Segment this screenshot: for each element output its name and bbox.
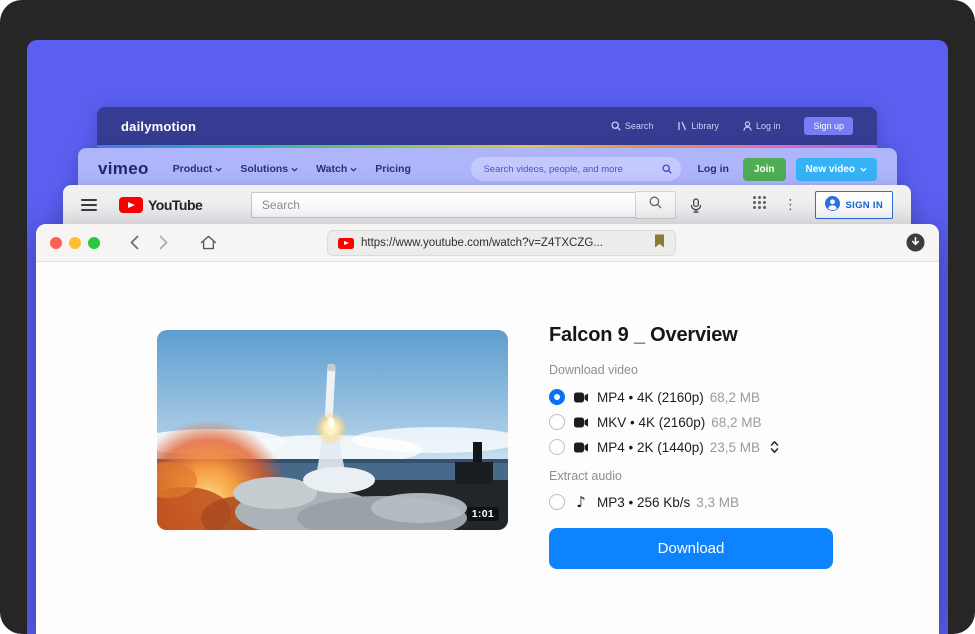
vimeo-nav-product[interactable]: Product [173, 163, 223, 175]
chevron-down-icon [215, 163, 222, 175]
home-icon[interactable] [200, 235, 217, 250]
youtube-signin-button[interactable]: SIGN IN [815, 191, 893, 219]
dailymotion-search-label: Search [625, 121, 654, 131]
account-icon [825, 196, 840, 214]
expand-options-icon[interactable] [770, 440, 779, 454]
vimeo-join-button[interactable]: Join [743, 158, 786, 181]
nav-label: Product [173, 163, 213, 175]
microphone-icon[interactable] [689, 198, 703, 213]
window-controls [50, 237, 100, 249]
format-label: MP3 • 256 Kb/s [597, 495, 690, 510]
new-video-label: New video [806, 164, 855, 175]
video-option-row[interactable]: MKV • 4K (2160p) 68,2 MB [549, 410, 849, 434]
chevron-down-icon [291, 163, 298, 175]
signin-label: SIGN IN [846, 200, 883, 211]
dailymotion-signup-button[interactable]: Sign up [804, 117, 853, 135]
radio-selected[interactable] [549, 389, 565, 405]
zoom-button[interactable] [88, 237, 100, 249]
youtube-search-button[interactable] [635, 191, 676, 219]
radio-unselected[interactable] [549, 494, 565, 510]
audio-option-row[interactable]: ♪ MP3 • 256 Kb/s 3,3 MB [549, 490, 849, 514]
videocam-icon [573, 442, 589, 453]
vimeo-window: vimeo Product Solutions Watch [78, 148, 897, 190]
user-icon [743, 121, 752, 131]
browser-toolbar: https://www.youtube.com/watch?v=Z4TXCZG.… [36, 224, 939, 262]
video-title: Falcon 9 _ Overview [549, 324, 849, 347]
youtube-window: YouTube [63, 185, 911, 229]
vimeo-login-link[interactable]: Log in [697, 163, 729, 175]
format-label: MP4 • 2K (1440p) [597, 440, 704, 455]
dailymotion-logo[interactable]: dailymotion [121, 119, 196, 134]
rocket-launch-image [157, 330, 508, 530]
youtube-play-icon [119, 197, 143, 213]
radio-unselected[interactable] [549, 414, 565, 430]
download-panel: Falcon 9 _ Overview Download video MP4 •… [549, 324, 849, 569]
dailymotion-library-label: Library [691, 121, 719, 131]
vimeo-search [471, 157, 681, 181]
download-button[interactable]: Download [549, 528, 833, 569]
radio-unselected[interactable] [549, 439, 565, 455]
youtube-header-actions: ⋮ SIGN IN [752, 191, 893, 219]
nav-label: Watch [316, 163, 347, 175]
vimeo-search-input[interactable] [471, 157, 681, 181]
bookmark-icon[interactable] [654, 234, 665, 253]
youtube-logo[interactable]: YouTube [119, 197, 202, 213]
file-size: 23,5 MB [710, 440, 760, 455]
close-button[interactable] [50, 237, 62, 249]
videocam-icon [573, 392, 589, 403]
video-thumbnail: 1:01 [157, 330, 508, 530]
back-button[interactable] [120, 235, 149, 250]
file-size: 68,2 MB [711, 415, 761, 430]
duration-badge: 1:01 [467, 507, 499, 521]
download-video-label: Download video [549, 363, 849, 377]
nav-label: Pricing [375, 163, 411, 175]
dailymotion-window: dailymotion Search L [97, 107, 877, 148]
video-option-row[interactable]: MP4 • 2K (1440p) 23,5 MB [549, 435, 849, 459]
downloader-window: https://www.youtube.com/watch?v=Z4TXCZG.… [36, 224, 939, 634]
dailymotion-login-label: Log in [756, 121, 781, 131]
dailymotion-search-link[interactable]: Search [611, 121, 654, 131]
apps-grid-icon[interactable] [752, 195, 767, 215]
dailymotion-login-link[interactable]: Log in [743, 121, 781, 131]
videocam-icon [573, 417, 589, 428]
vimeo-nav-pricing[interactable]: Pricing [375, 163, 411, 175]
hamburger-menu-icon[interactable] [81, 199, 97, 211]
nav-label: Solutions [240, 163, 288, 175]
chevron-down-icon [860, 164, 867, 175]
youtube-favicon [338, 238, 354, 249]
format-label: MKV • 4K (2160p) [597, 415, 705, 430]
video-option-row[interactable]: MP4 • 4K (2160p) 68,2 MB [549, 385, 849, 409]
minimize-button[interactable] [69, 237, 81, 249]
extract-audio-label: Extract audio [549, 469, 849, 483]
file-size: 68,2 MB [710, 390, 760, 405]
library-icon [677, 121, 687, 131]
vimeo-nav-solutions[interactable]: Solutions [240, 163, 298, 175]
youtube-search-input[interactable] [251, 192, 635, 218]
downloader-content: 1:01 Falcon 9 _ Overview Download video … [36, 262, 939, 634]
vimeo-logo[interactable]: vimeo [98, 159, 149, 179]
file-size: 3,3 MB [696, 495, 739, 510]
address-bar[interactable]: https://www.youtube.com/watch?v=Z4TXCZG.… [327, 230, 676, 256]
desktop-background: dailymotion Search L [27, 40, 948, 634]
vimeo-nav: Product Solutions Watch [173, 163, 411, 175]
device-frame: dailymotion Search L [0, 0, 975, 634]
youtube-wordmark: YouTube [148, 197, 202, 213]
vimeo-new-video-button[interactable]: New video [796, 158, 877, 181]
forward-button[interactable] [149, 235, 178, 250]
url-text: https://www.youtube.com/watch?v=Z4TXCZG.… [361, 237, 647, 249]
dailymotion-nav: Search Library Log [611, 117, 853, 135]
vimeo-nav-watch[interactable]: Watch [316, 163, 357, 175]
youtube-search [251, 191, 703, 219]
search-icon [649, 196, 662, 214]
downloads-icon[interactable] [906, 233, 925, 252]
search-icon [611, 121, 621, 131]
chevron-down-icon [350, 163, 357, 175]
format-label: MP4 • 4K (2160p) [597, 390, 704, 405]
music-note-icon: ♪ [573, 495, 589, 510]
dailymotion-library-link[interactable]: Library [677, 121, 719, 131]
kebab-menu-icon[interactable]: ⋮ [784, 198, 798, 212]
